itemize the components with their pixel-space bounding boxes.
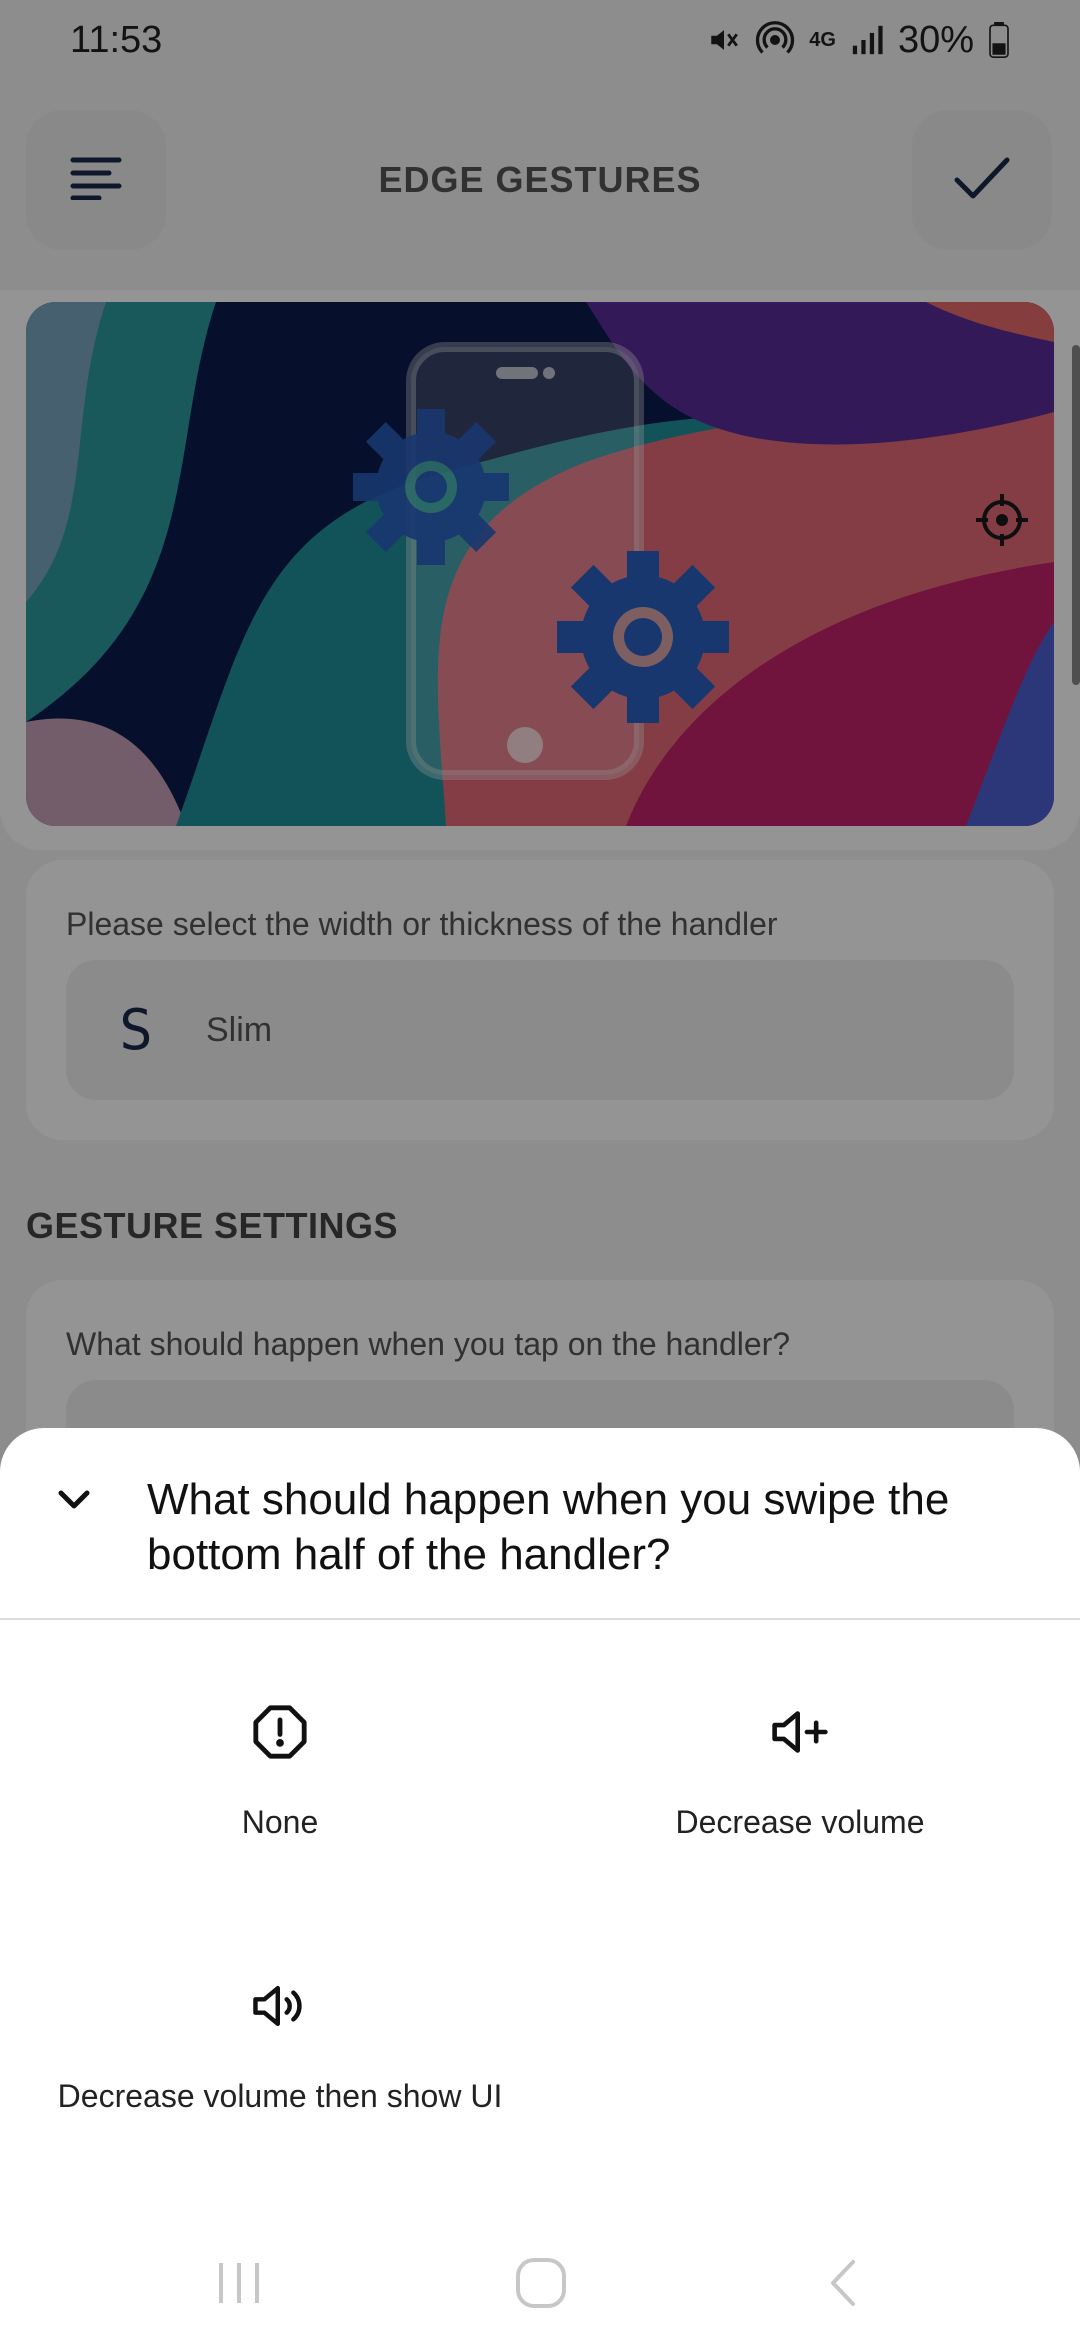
option-label: None — [241, 1804, 319, 1840]
alert-octagon-icon — [248, 1700, 312, 1764]
option-none[interactable]: None — [10, 1700, 550, 1841]
collapse-button[interactable] — [44, 1472, 104, 1532]
option-label: Decrease volume then show UI — [57, 2078, 503, 2114]
option-decrease-volume[interactable]: Decrease volume — [530, 1700, 1070, 1841]
volume-up-icon — [248, 1974, 312, 2038]
home-button[interactable] — [506, 2250, 576, 2320]
option-decrease-volume-show-ui[interactable]: Decrease volume then show UI — [10, 1974, 550, 2115]
bottom-sheet: What should happen when you swipe the bo… — [0, 1428, 1080, 2340]
back-button[interactable] — [808, 2250, 878, 2320]
home-icon — [514, 2256, 568, 2315]
sheet-title: What should happen when you swipe the bo… — [147, 1475, 950, 1579]
back-icon — [823, 2258, 863, 2313]
sheet-header: What should happen when you swipe the bo… — [0, 1428, 1080, 1620]
recents-button[interactable] — [204, 2250, 274, 2320]
system-nav-bar — [0, 2228, 1080, 2340]
recents-icon — [215, 2259, 263, 2312]
chevron-down-icon — [57, 1489, 91, 1516]
option-label: Decrease volume — [675, 1804, 925, 1840]
volume-plus-icon — [768, 1700, 832, 1764]
